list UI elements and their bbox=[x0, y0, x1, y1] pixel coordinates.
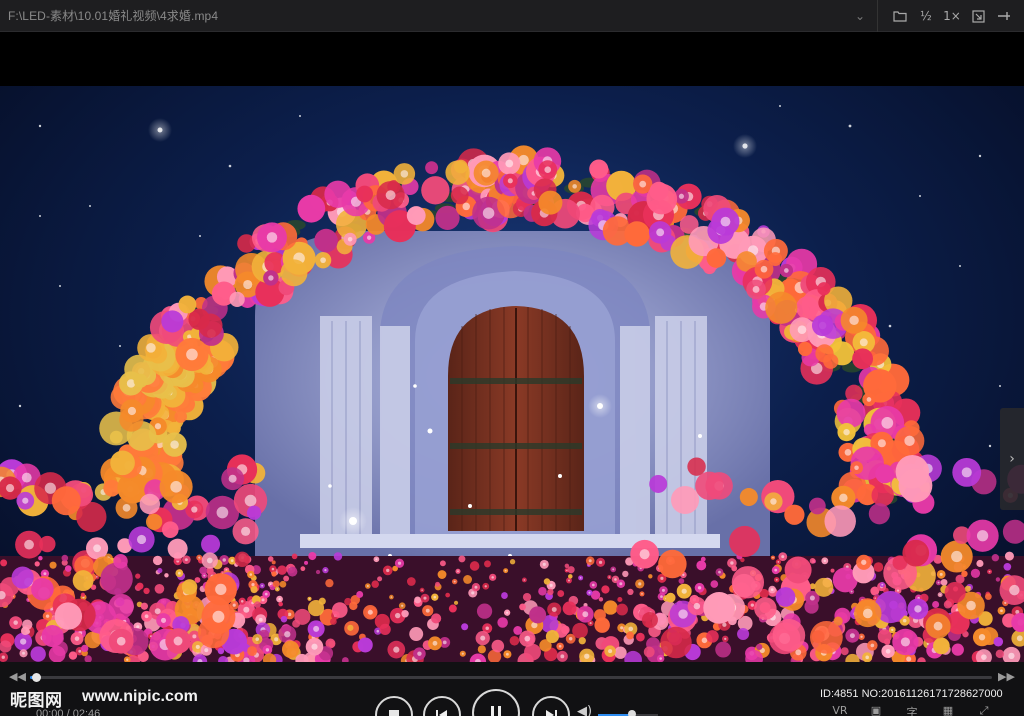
title-toolbar: ½ 1× bbox=[890, 6, 1014, 26]
video-scene bbox=[0, 105, 1024, 662]
file-path: F:\LED-素材\10.01婚礼视频\4求婚.mp4 bbox=[8, 9, 219, 23]
volume-icon[interactable]: ◀) bbox=[577, 704, 592, 716]
half-speed-icon[interactable]: ½ bbox=[916, 6, 936, 26]
seek-forward-icon[interactable]: ▶▶ bbox=[998, 670, 1015, 683]
subtitle-icon[interactable]: 字 bbox=[902, 704, 922, 716]
pause-icon bbox=[491, 706, 501, 716]
stop-icon bbox=[389, 710, 399, 716]
pause-button[interactable] bbox=[472, 689, 520, 716]
watermark-logo: 昵图网 bbox=[10, 691, 63, 711]
fullscreen-exit-icon[interactable] bbox=[968, 6, 988, 26]
right-controls: VR ▣ 字 ▦ ⤢ bbox=[830, 704, 994, 716]
screenshot-icon[interactable]: ▣ bbox=[866, 704, 886, 716]
watermark-url: www.nipic.com bbox=[82, 688, 198, 705]
stop-button[interactable] bbox=[375, 696, 413, 716]
seek-back-icon[interactable]: ◀◀ bbox=[9, 670, 26, 683]
video-frame[interactable]: › bbox=[0, 86, 1024, 662]
one-x-speed-icon[interactable]: 1× bbox=[942, 6, 962, 26]
title-bar: F:\LED-素材\10.01婚礼视频\4求婚.mp4 ⌄ ½ 1× bbox=[0, 0, 1024, 32]
pin-icon[interactable] bbox=[994, 6, 1014, 26]
chevron-right-icon[interactable]: › bbox=[1000, 408, 1024, 510]
next-button[interactable] bbox=[532, 696, 570, 716]
previous-button[interactable] bbox=[423, 696, 461, 716]
vr-icon[interactable]: VR bbox=[830, 704, 850, 716]
progress-knob[interactable] bbox=[32, 673, 41, 682]
total-time: 02:46 bbox=[72, 708, 101, 716]
next-icon bbox=[546, 710, 557, 716]
previous-icon bbox=[436, 710, 447, 716]
window-mode-icon[interactable]: ▦ bbox=[938, 704, 958, 716]
chevron-down-icon[interactable]: ⌄ bbox=[852, 8, 868, 24]
volume-knob[interactable] bbox=[628, 710, 636, 716]
watermark-id: ID:4851 NO:20161126171728627000 bbox=[820, 688, 1003, 700]
folder-icon[interactable] bbox=[890, 6, 910, 26]
divider bbox=[877, 0, 878, 32]
progress-bar[interactable] bbox=[30, 676, 992, 679]
fullscreen-icon[interactable]: ⤢ bbox=[974, 704, 994, 716]
